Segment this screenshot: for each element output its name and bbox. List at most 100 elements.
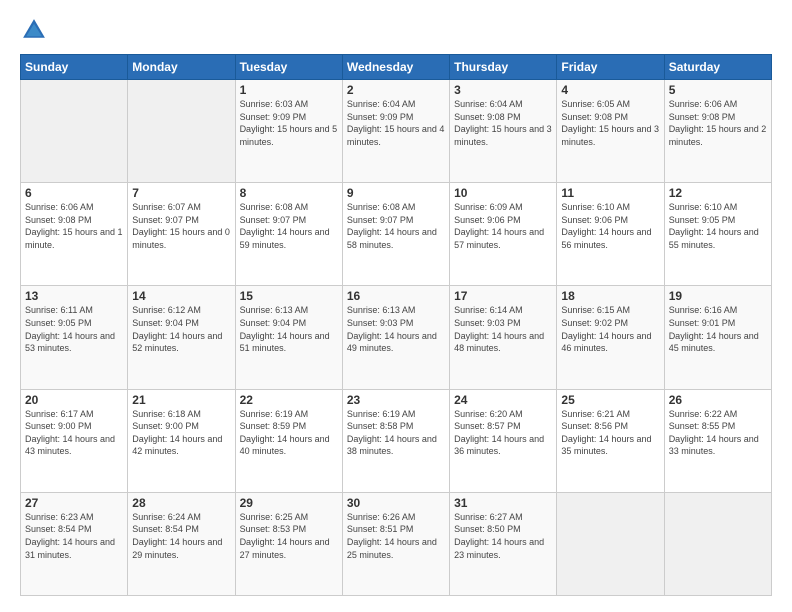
calendar-cell: 17Sunrise: 6:14 AM Sunset: 9:03 PM Dayli… (450, 286, 557, 389)
calendar-cell: 1Sunrise: 6:03 AM Sunset: 9:09 PM Daylig… (235, 80, 342, 183)
day-info: Sunrise: 6:04 AM Sunset: 9:09 PM Dayligh… (347, 98, 445, 148)
day-info: Sunrise: 6:08 AM Sunset: 9:07 PM Dayligh… (347, 201, 445, 251)
day-number: 14 (132, 289, 230, 303)
day-number: 10 (454, 186, 552, 200)
day-info: Sunrise: 6:12 AM Sunset: 9:04 PM Dayligh… (132, 304, 230, 354)
calendar-cell: 11Sunrise: 6:10 AM Sunset: 9:06 PM Dayli… (557, 183, 664, 286)
day-info: Sunrise: 6:10 AM Sunset: 9:05 PM Dayligh… (669, 201, 767, 251)
day-number: 15 (240, 289, 338, 303)
day-info: Sunrise: 6:06 AM Sunset: 9:08 PM Dayligh… (25, 201, 123, 251)
logo (20, 16, 52, 44)
calendar-week-row: 20Sunrise: 6:17 AM Sunset: 9:00 PM Dayli… (21, 389, 772, 492)
day-info: Sunrise: 6:13 AM Sunset: 9:04 PM Dayligh… (240, 304, 338, 354)
day-info: Sunrise: 6:26 AM Sunset: 8:51 PM Dayligh… (347, 511, 445, 561)
day-info: Sunrise: 6:07 AM Sunset: 9:07 PM Dayligh… (132, 201, 230, 251)
day-info: Sunrise: 6:09 AM Sunset: 9:06 PM Dayligh… (454, 201, 552, 251)
day-number: 28 (132, 496, 230, 510)
header (20, 16, 772, 44)
day-number: 13 (25, 289, 123, 303)
day-info: Sunrise: 6:20 AM Sunset: 8:57 PM Dayligh… (454, 408, 552, 458)
calendar-cell: 20Sunrise: 6:17 AM Sunset: 9:00 PM Dayli… (21, 389, 128, 492)
calendar-day-header: Monday (128, 55, 235, 80)
day-info: Sunrise: 6:03 AM Sunset: 9:09 PM Dayligh… (240, 98, 338, 148)
calendar-cell: 31Sunrise: 6:27 AM Sunset: 8:50 PM Dayli… (450, 492, 557, 595)
calendar-cell: 3Sunrise: 6:04 AM Sunset: 9:08 PM Daylig… (450, 80, 557, 183)
calendar-cell: 18Sunrise: 6:15 AM Sunset: 9:02 PM Dayli… (557, 286, 664, 389)
calendar-cell: 27Sunrise: 6:23 AM Sunset: 8:54 PM Dayli… (21, 492, 128, 595)
calendar-cell: 19Sunrise: 6:16 AM Sunset: 9:01 PM Dayli… (664, 286, 771, 389)
day-info: Sunrise: 6:23 AM Sunset: 8:54 PM Dayligh… (25, 511, 123, 561)
calendar-cell: 28Sunrise: 6:24 AM Sunset: 8:54 PM Dayli… (128, 492, 235, 595)
page: SundayMondayTuesdayWednesdayThursdayFrid… (0, 0, 792, 612)
day-number: 5 (669, 83, 767, 97)
calendar-day-header: Saturday (664, 55, 771, 80)
calendar-table: SundayMondayTuesdayWednesdayThursdayFrid… (20, 54, 772, 596)
calendar-cell: 4Sunrise: 6:05 AM Sunset: 9:08 PM Daylig… (557, 80, 664, 183)
day-number: 27 (25, 496, 123, 510)
day-info: Sunrise: 6:13 AM Sunset: 9:03 PM Dayligh… (347, 304, 445, 354)
calendar-week-row: 1Sunrise: 6:03 AM Sunset: 9:09 PM Daylig… (21, 80, 772, 183)
day-info: Sunrise: 6:19 AM Sunset: 8:59 PM Dayligh… (240, 408, 338, 458)
day-number: 31 (454, 496, 552, 510)
day-info: Sunrise: 6:22 AM Sunset: 8:55 PM Dayligh… (669, 408, 767, 458)
day-info: Sunrise: 6:19 AM Sunset: 8:58 PM Dayligh… (347, 408, 445, 458)
calendar-cell: 21Sunrise: 6:18 AM Sunset: 9:00 PM Dayli… (128, 389, 235, 492)
calendar-cell: 9Sunrise: 6:08 AM Sunset: 9:07 PM Daylig… (342, 183, 449, 286)
day-number: 30 (347, 496, 445, 510)
calendar-cell: 23Sunrise: 6:19 AM Sunset: 8:58 PM Dayli… (342, 389, 449, 492)
calendar-cell: 30Sunrise: 6:26 AM Sunset: 8:51 PM Dayli… (342, 492, 449, 595)
calendar-cell (557, 492, 664, 595)
day-info: Sunrise: 6:18 AM Sunset: 9:00 PM Dayligh… (132, 408, 230, 458)
day-info: Sunrise: 6:05 AM Sunset: 9:08 PM Dayligh… (561, 98, 659, 148)
day-number: 23 (347, 393, 445, 407)
day-number: 6 (25, 186, 123, 200)
calendar-cell: 26Sunrise: 6:22 AM Sunset: 8:55 PM Dayli… (664, 389, 771, 492)
calendar-cell: 5Sunrise: 6:06 AM Sunset: 9:08 PM Daylig… (664, 80, 771, 183)
day-info: Sunrise: 6:11 AM Sunset: 9:05 PM Dayligh… (25, 304, 123, 354)
calendar-cell: 12Sunrise: 6:10 AM Sunset: 9:05 PM Dayli… (664, 183, 771, 286)
calendar-day-header: Friday (557, 55, 664, 80)
day-number: 11 (561, 186, 659, 200)
day-number: 25 (561, 393, 659, 407)
day-number: 24 (454, 393, 552, 407)
day-number: 22 (240, 393, 338, 407)
day-info: Sunrise: 6:14 AM Sunset: 9:03 PM Dayligh… (454, 304, 552, 354)
logo-icon (20, 16, 48, 44)
day-info: Sunrise: 6:08 AM Sunset: 9:07 PM Dayligh… (240, 201, 338, 251)
day-number: 2 (347, 83, 445, 97)
calendar-cell: 15Sunrise: 6:13 AM Sunset: 9:04 PM Dayli… (235, 286, 342, 389)
day-info: Sunrise: 6:17 AM Sunset: 9:00 PM Dayligh… (25, 408, 123, 458)
day-number: 12 (669, 186, 767, 200)
calendar-cell (664, 492, 771, 595)
calendar-cell: 2Sunrise: 6:04 AM Sunset: 9:09 PM Daylig… (342, 80, 449, 183)
calendar-day-header: Thursday (450, 55, 557, 80)
day-number: 21 (132, 393, 230, 407)
day-info: Sunrise: 6:21 AM Sunset: 8:56 PM Dayligh… (561, 408, 659, 458)
calendar-cell: 25Sunrise: 6:21 AM Sunset: 8:56 PM Dayli… (557, 389, 664, 492)
day-info: Sunrise: 6:16 AM Sunset: 9:01 PM Dayligh… (669, 304, 767, 354)
day-info: Sunrise: 6:06 AM Sunset: 9:08 PM Dayligh… (669, 98, 767, 148)
day-number: 17 (454, 289, 552, 303)
day-info: Sunrise: 6:15 AM Sunset: 9:02 PM Dayligh… (561, 304, 659, 354)
day-number: 8 (240, 186, 338, 200)
day-number: 20 (25, 393, 123, 407)
calendar-week-row: 6Sunrise: 6:06 AM Sunset: 9:08 PM Daylig… (21, 183, 772, 286)
day-number: 16 (347, 289, 445, 303)
calendar-cell: 8Sunrise: 6:08 AM Sunset: 9:07 PM Daylig… (235, 183, 342, 286)
day-number: 1 (240, 83, 338, 97)
calendar-cell: 10Sunrise: 6:09 AM Sunset: 9:06 PM Dayli… (450, 183, 557, 286)
calendar-week-row: 27Sunrise: 6:23 AM Sunset: 8:54 PM Dayli… (21, 492, 772, 595)
calendar-cell (128, 80, 235, 183)
calendar-day-header: Sunday (21, 55, 128, 80)
day-info: Sunrise: 6:24 AM Sunset: 8:54 PM Dayligh… (132, 511, 230, 561)
calendar-cell: 6Sunrise: 6:06 AM Sunset: 9:08 PM Daylig… (21, 183, 128, 286)
day-number: 18 (561, 289, 659, 303)
calendar-week-row: 13Sunrise: 6:11 AM Sunset: 9:05 PM Dayli… (21, 286, 772, 389)
calendar-cell: 16Sunrise: 6:13 AM Sunset: 9:03 PM Dayli… (342, 286, 449, 389)
calendar-day-header: Wednesday (342, 55, 449, 80)
day-number: 29 (240, 496, 338, 510)
day-number: 3 (454, 83, 552, 97)
calendar-header-row: SundayMondayTuesdayWednesdayThursdayFrid… (21, 55, 772, 80)
day-number: 4 (561, 83, 659, 97)
calendar-cell: 7Sunrise: 6:07 AM Sunset: 9:07 PM Daylig… (128, 183, 235, 286)
